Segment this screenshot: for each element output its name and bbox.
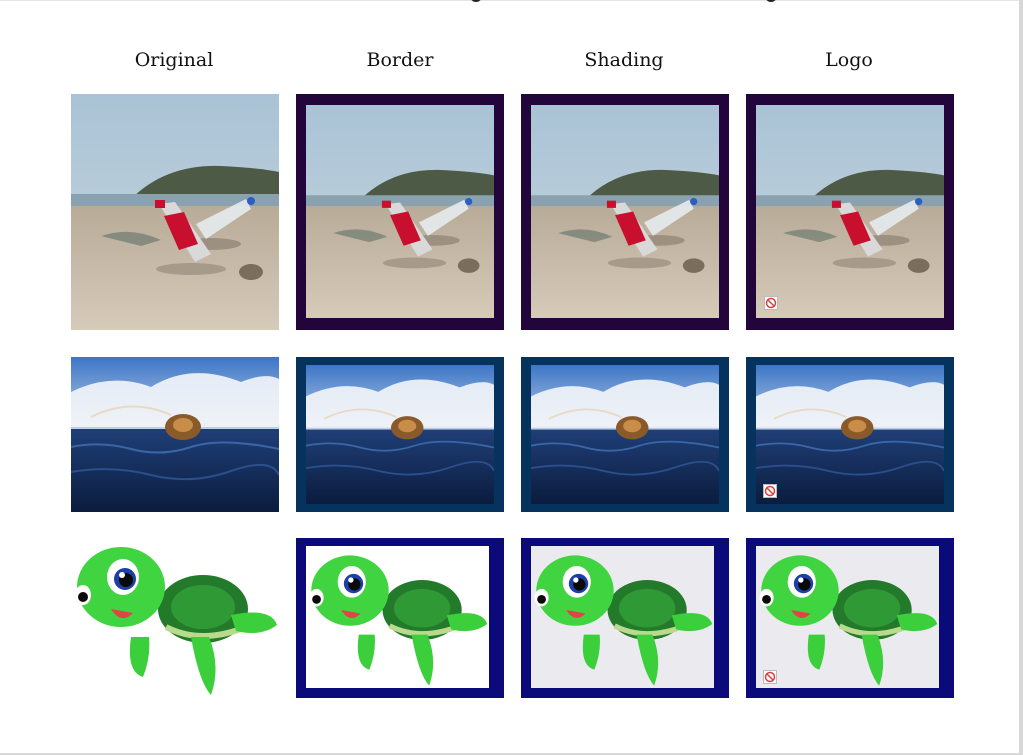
row1-border-image xyxy=(296,94,504,330)
row1-logo-image xyxy=(746,94,954,330)
row3-border-image xyxy=(296,538,504,698)
row1-original-image xyxy=(71,94,279,330)
row3-original-image xyxy=(71,537,279,697)
row2-logo-image xyxy=(746,357,954,512)
no-sign-icon xyxy=(763,484,777,498)
header-shading: Shading xyxy=(584,49,664,71)
no-sign-icon xyxy=(763,670,777,684)
row3-logo-image xyxy=(746,538,954,698)
window-scrollbar-edge xyxy=(1019,0,1023,755)
no-sign-icon xyxy=(764,296,778,310)
row3-shading-image xyxy=(521,538,729,698)
row2-original-image xyxy=(71,357,279,512)
header-border: Border xyxy=(366,49,434,71)
cut-off-page-title xyxy=(460,0,790,2)
row2-shading-image xyxy=(521,357,729,512)
row2-border-image xyxy=(296,357,504,512)
header-logo: Logo xyxy=(825,49,873,71)
header-original: Original xyxy=(134,49,214,71)
row1-shading-image xyxy=(521,94,729,330)
